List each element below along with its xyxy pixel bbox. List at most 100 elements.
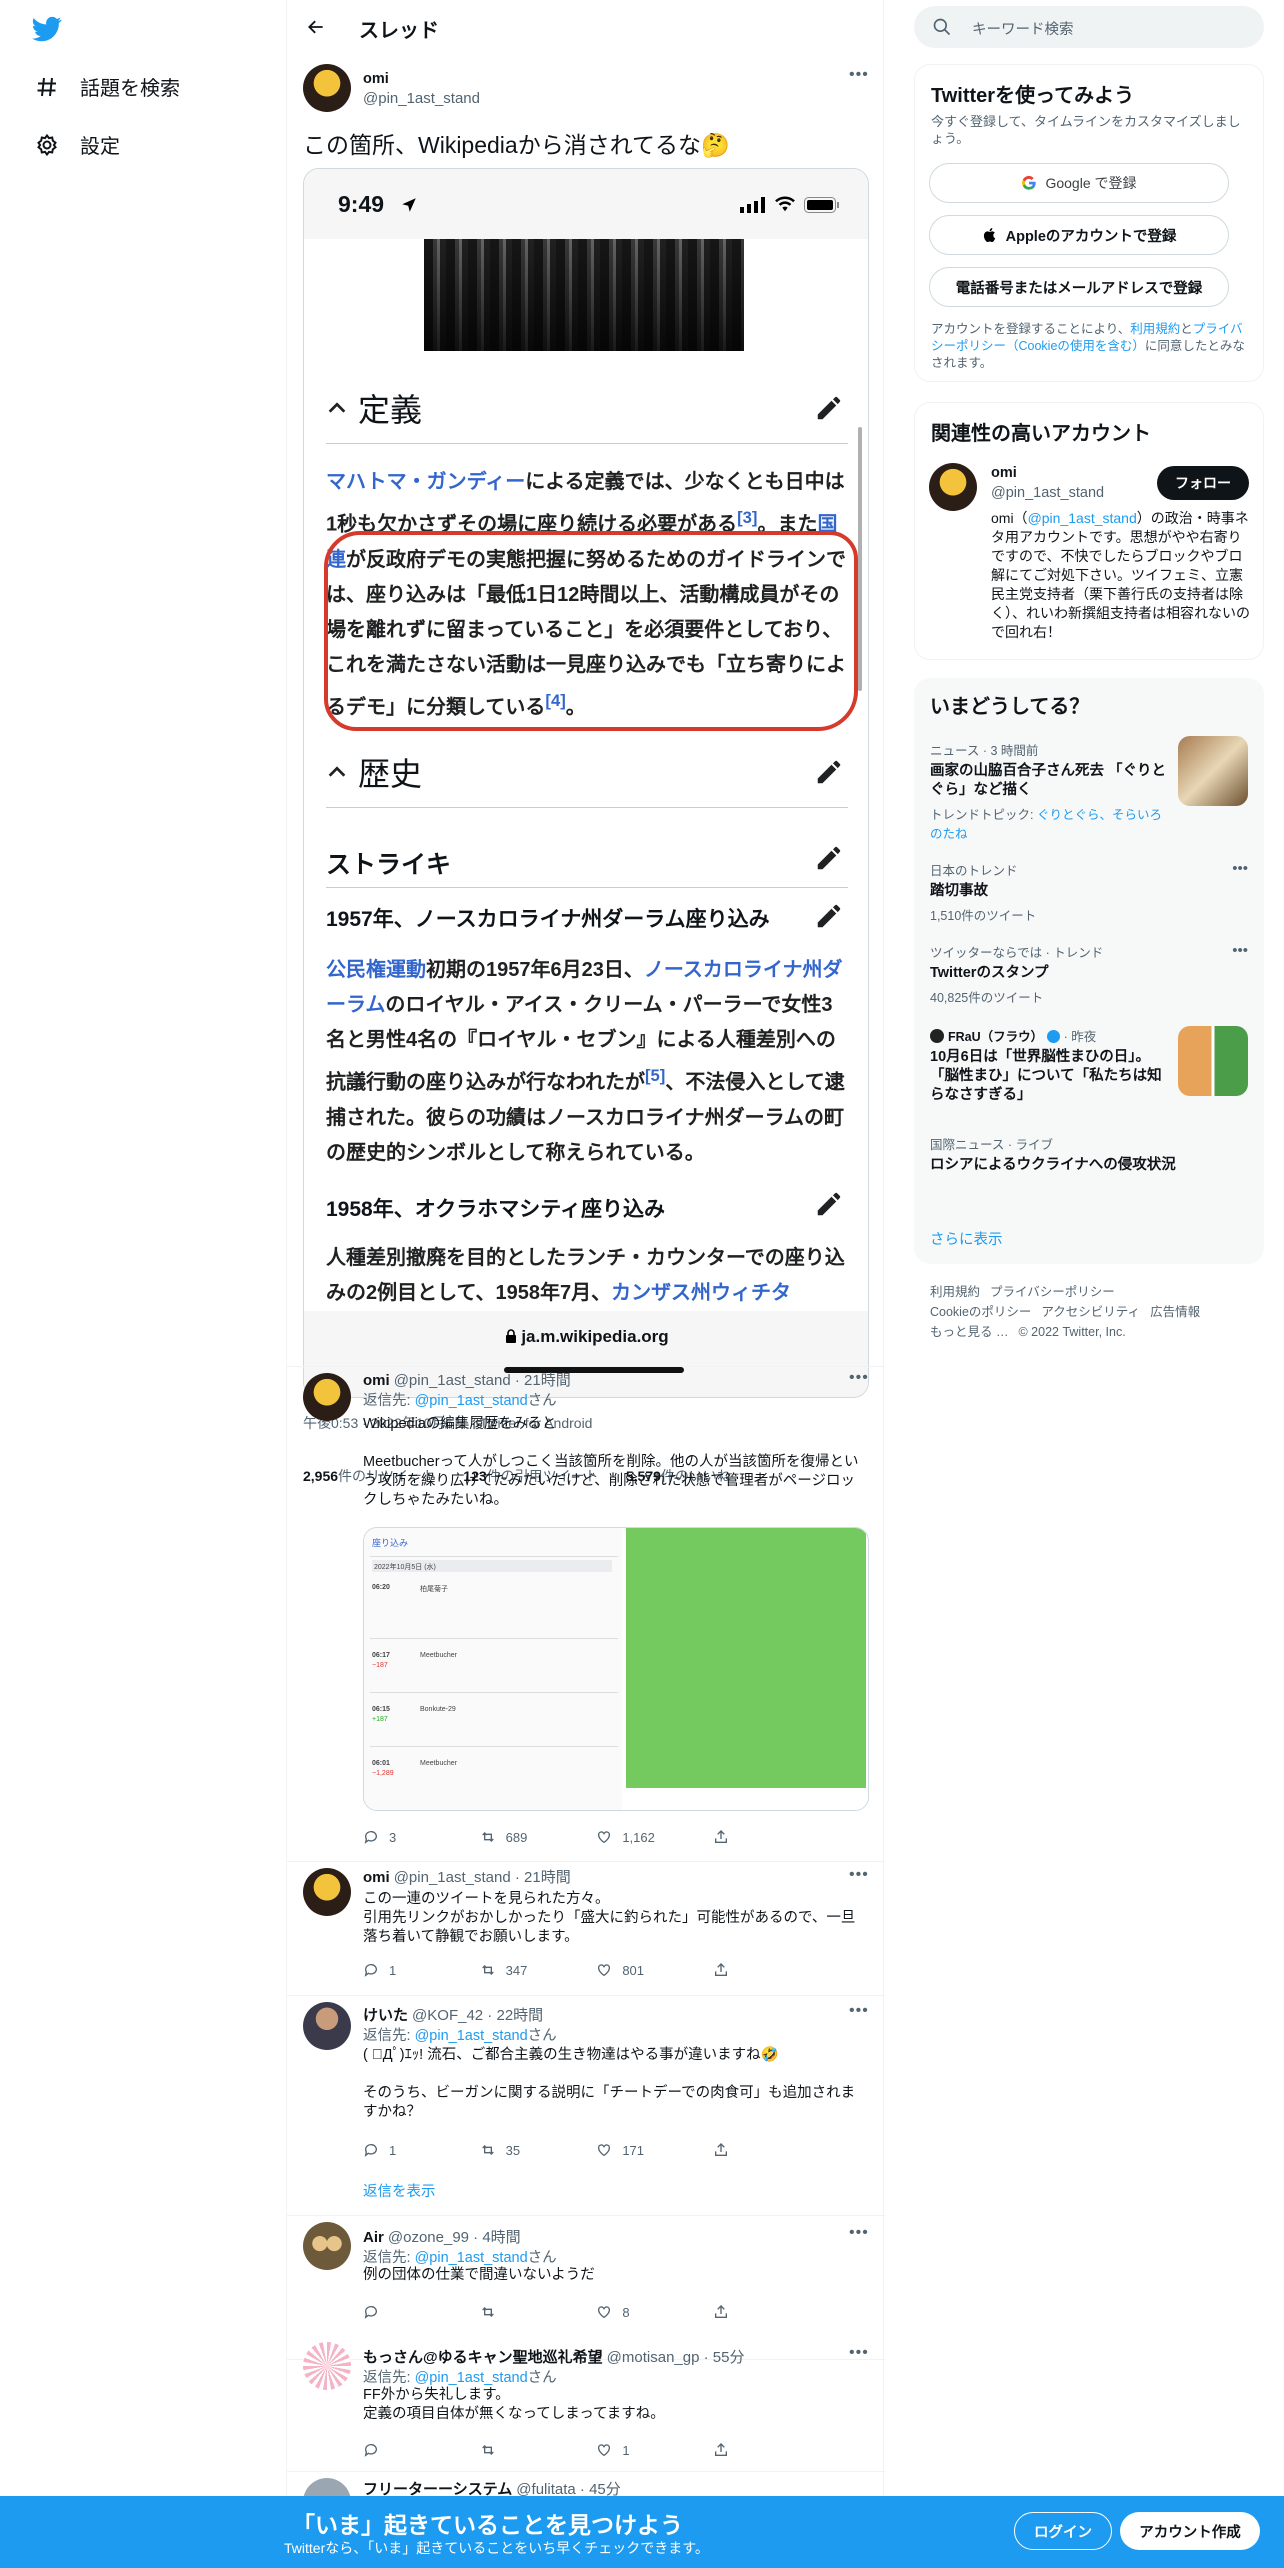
retweet-button[interactable]: 689: [480, 1829, 560, 1845]
like-button[interactable]: 801: [596, 1962, 676, 1978]
nav-explore[interactable]: 話題を検索: [34, 72, 180, 101]
footer-privacy-link[interactable]: プライバシーポリシー: [990, 1285, 1115, 1299]
phone-email-signup-button[interactable]: 電話番号またはメールアドレスで登録: [929, 267, 1229, 307]
retweet-button[interactable]: [480, 2442, 560, 2458]
avatar[interactable]: [303, 2342, 351, 2390]
retweet-button[interactable]: [480, 2304, 560, 2320]
apple-signup-button[interactable]: Appleのアカウントで登録: [929, 215, 1229, 255]
google-signup-button[interactable]: Google で登録: [929, 163, 1229, 203]
like-button[interactable]: 8: [596, 2304, 676, 2320]
edit-pencil-icon[interactable]: [814, 843, 844, 873]
bio-mention-link[interactable]: @pin_1ast_stand: [1028, 510, 1137, 526]
author-name[interactable]: omi: [363, 1372, 390, 1389]
twitter-logo-icon[interactable]: [30, 14, 64, 44]
avatar[interactable]: [303, 2222, 351, 2270]
wiki-link[interactable]: 公民権運動: [326, 959, 426, 981]
edit-pencil-icon[interactable]: [814, 901, 844, 931]
footer-cookie-link[interactable]: Cookieのポリシー: [930, 1305, 1031, 1319]
edit-pencil-icon[interactable]: [814, 393, 844, 423]
author-handle[interactable]: @fulitata: [516, 2481, 575, 2496]
share-button[interactable]: [713, 1829, 793, 1845]
author-handle[interactable]: @pin_1ast_stand: [394, 1869, 511, 1886]
tweet-time[interactable]: 55分: [713, 2349, 745, 2366]
share-button[interactable]: [713, 1962, 793, 1978]
avatar[interactable]: [303, 2478, 351, 2496]
author-name[interactable]: もっさん@ゆるキャン聖地巡礼希望: [363, 2349, 603, 2366]
retweet-button[interactable]: 35: [480, 2142, 560, 2158]
author-handle[interactable]: @ozone_99: [388, 2229, 469, 2246]
edit-pencil-icon[interactable]: [814, 757, 844, 787]
edit-pencil-icon[interactable]: [814, 1189, 844, 1219]
author-handle[interactable]: @pin_1ast_stand: [394, 1372, 511, 1389]
footer-accessibility-link[interactable]: アクセシビリティ: [1041, 1305, 1140, 1319]
like-button[interactable]: 171: [596, 2142, 676, 2158]
reply-button[interactable]: 3: [363, 1829, 443, 1845]
more-options-icon[interactable]: •••: [849, 2344, 869, 2362]
tweet-time[interactable]: 4時間: [482, 2229, 520, 2246]
avatar[interactable]: [303, 2002, 351, 2050]
show-more-link[interactable]: さらに表示: [930, 1228, 1003, 1249]
more-options-icon[interactable]: •••: [1232, 860, 1248, 877]
author-handle[interactable]: @motisan_gp: [607, 2349, 700, 2366]
share-button[interactable]: [713, 2442, 793, 2458]
avatar[interactable]: [929, 463, 977, 511]
signup-button[interactable]: アカウント作成: [1120, 2512, 1260, 2550]
reply-tweet[interactable]: フリーターーシステム @fulitata · 45分: [287, 2472, 885, 2496]
reply-tweet[interactable]: omi @pin_1ast_stand · 21時間 ••• 返信先: @pin…: [287, 1366, 885, 1862]
login-button[interactable]: ログイン: [1014, 2512, 1112, 2550]
trend-item[interactable]: 国際ニュース · ライブ ロシアによるウクライナへの侵攻状況: [930, 1134, 1252, 1175]
more-options-icon[interactable]: •••: [849, 1866, 869, 1884]
author-name[interactable]: フリーターーシステム: [363, 2481, 512, 2496]
tweet-media-screenshot[interactable]: 9:49 定義 マハトマ・ガンディーによる定義では、少なくとも日中は1秒も欠かさ…: [303, 168, 869, 1398]
reply-tweet[interactable]: omi @pin_1ast_stand · 21時間 ••• この一連のツイート…: [287, 1862, 885, 1996]
reply-tweet[interactable]: もっさん@ゆるキャン聖地巡礼希望 @motisan_gp · 55分 ••• 返…: [287, 2330, 885, 2472]
tweet-time[interactable]: 21時間: [524, 1372, 571, 1389]
trend-item[interactable]: FRaU（フラウ） · 昨夜 10月6日は「世界脳性まひの日」。「脳性まひ」につ…: [930, 1026, 1170, 1105]
footer-more-link[interactable]: もっと見る …: [930, 1325, 1008, 1339]
avatar[interactable]: [303, 1868, 351, 1916]
reply-to-link[interactable]: @pin_1ast_stand: [415, 2028, 528, 2044]
reply-button[interactable]: 1: [363, 2142, 443, 2158]
tweet-time[interactable]: 22時間: [496, 2007, 543, 2024]
reply-button[interactable]: [363, 2442, 443, 2458]
tweet-time[interactable]: 45分: [589, 2481, 621, 2496]
like-button[interactable]: 1,162: [596, 1829, 676, 1845]
reply-to-link[interactable]: @pin_1ast_stand: [415, 2250, 528, 2266]
section-heading-definition[interactable]: 定義: [326, 385, 422, 431]
more-options-icon[interactable]: •••: [1232, 942, 1248, 959]
tweet-time[interactable]: 21時間: [524, 1869, 571, 1886]
author-name[interactable]: omi: [363, 70, 389, 87]
trend-item[interactable]: ニュース · 3 時間前 画家の山脇百合子さん死去 「ぐりとぐら」など描く トレ…: [930, 740, 1170, 842]
more-options-icon[interactable]: •••: [849, 2002, 869, 2020]
show-replies-link[interactable]: 返信を表示: [363, 2180, 436, 2201]
share-button[interactable]: [713, 2304, 793, 2320]
like-button[interactable]: 1: [596, 2442, 676, 2458]
retweet-button[interactable]: 347: [480, 1962, 560, 1978]
author-name[interactable]: omi: [363, 1869, 390, 1886]
nav-settings[interactable]: 設定: [34, 130, 120, 159]
trend-item[interactable]: 日本のトレンド 踏切事故 1,510件のツイート: [930, 860, 1252, 924]
search-input[interactable]: キーワード検索: [914, 6, 1264, 48]
footer-ads-link[interactable]: 広告情報: [1150, 1305, 1200, 1319]
tweet-media-edit-history[interactable]: 座り込み 2022年10月5日 (水) 06:20 柏尾菊子 06:17 −18…: [363, 1527, 869, 1811]
back-button[interactable]: [301, 12, 331, 42]
wiki-link[interactable]: カンザス州ウィチタ: [611, 1282, 791, 1304]
author-handle[interactable]: @pin_1ast_stand: [363, 90, 480, 107]
author-name[interactable]: けいた: [363, 2007, 408, 2024]
wiki-link[interactable]: マハトマ・ガンディー: [326, 471, 525, 493]
avatar[interactable]: [303, 1373, 351, 1421]
reply-button[interactable]: 1: [363, 1962, 443, 1978]
follow-button[interactable]: フォロー: [1157, 466, 1249, 500]
account-handle[interactable]: @pin_1ast_stand: [991, 485, 1104, 501]
trend-item[interactable]: ツイッターならでは · トレンド Twitterのスタンプ 40,825件のツイ…: [930, 942, 1252, 1006]
more-options-icon[interactable]: •••: [849, 1369, 869, 1387]
reply-to-link[interactable]: @pin_1ast_stand: [415, 1393, 528, 1409]
more-options-icon[interactable]: •••: [849, 2224, 869, 2242]
avatar[interactable]: [303, 64, 351, 112]
author-handle[interactable]: @KOF_42: [412, 2007, 483, 2024]
footer-terms-link[interactable]: 利用規約: [930, 1285, 980, 1299]
author-name[interactable]: Air: [363, 2229, 384, 2246]
share-button[interactable]: [713, 2142, 793, 2158]
wiki-ref[interactable]: [3]: [737, 508, 757, 527]
wiki-ref[interactable]: [5]: [645, 1066, 665, 1085]
